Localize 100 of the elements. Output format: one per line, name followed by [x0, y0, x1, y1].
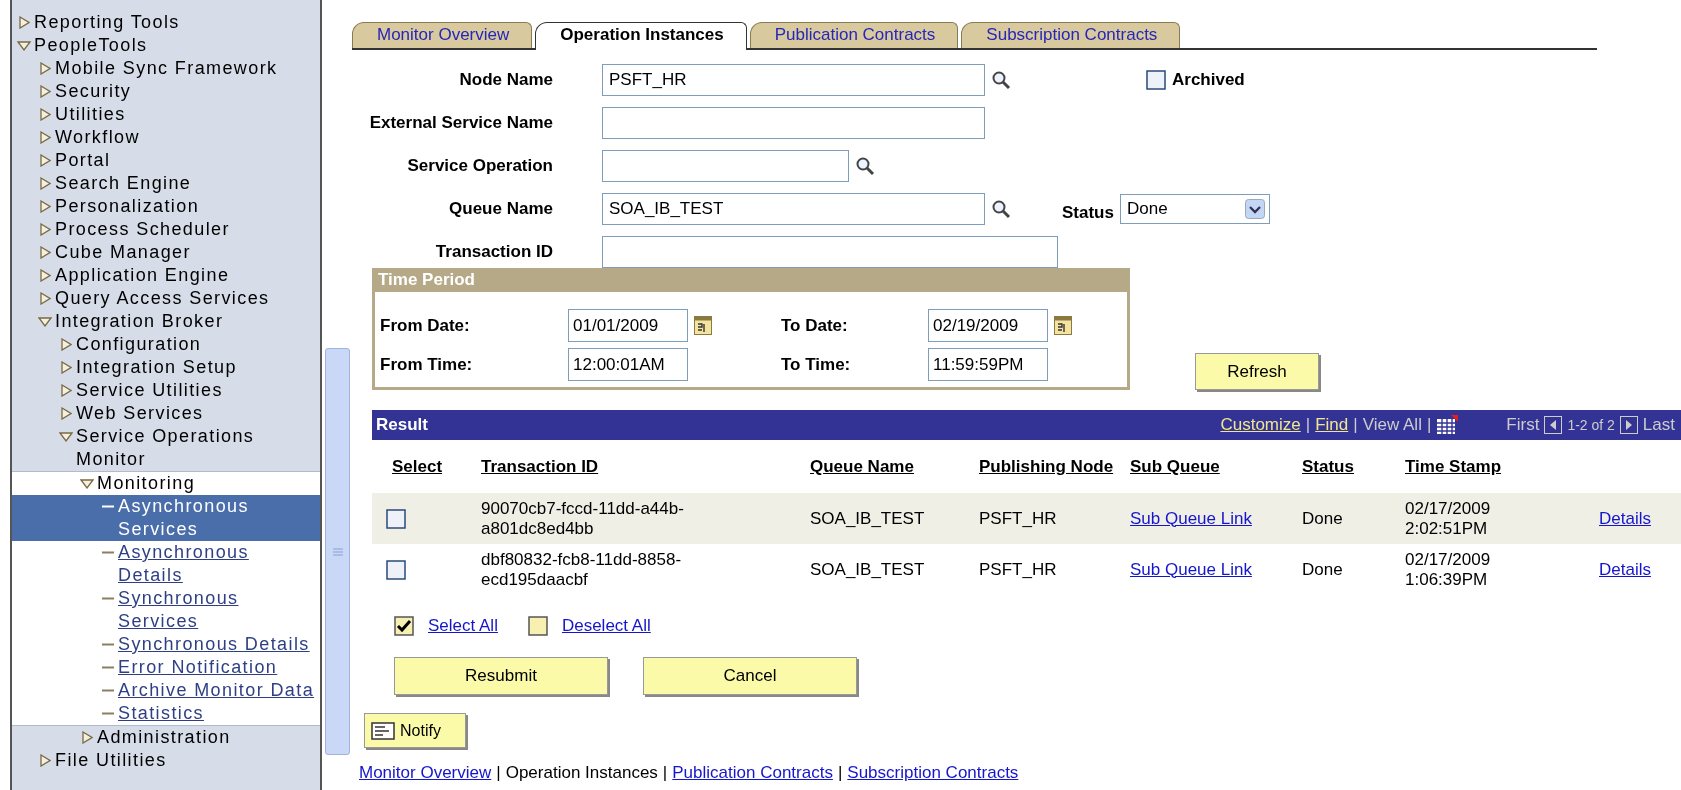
- footer-link[interactable]: Monitor Overview: [359, 763, 492, 783]
- table-cell-text: dbf80832-fcb8-11dd-8858-ecd195daacbf: [481, 549, 683, 590]
- table-link[interactable]: Sub Queue Link: [1130, 559, 1252, 580]
- grid-icon[interactable]: [1436, 415, 1459, 435]
- field-label: To Time:: [781, 353, 852, 376]
- sidebar-folder[interactable]: File Utilities: [12, 749, 320, 772]
- triangle-down-icon: [38, 316, 52, 327]
- toolbar-link[interactable]: Customize: [1220, 415, 1301, 435]
- separator: |: [1305, 415, 1311, 435]
- sidebar-folder[interactable]: Workflow: [12, 126, 320, 149]
- checkbox[interactable]: [386, 559, 406, 580]
- tab[interactable]: Publication Contracts: [749, 22, 959, 48]
- sidebar-link[interactable]: Archive Monitor Data: [12, 679, 320, 702]
- date-field[interactable]: 02/19/2009: [928, 309, 1048, 342]
- table-cell: SOA_IB_TEST: [810, 559, 925, 580]
- triangle-right-icon: [39, 62, 51, 75]
- text-field[interactable]: PSFT_HR: [602, 64, 985, 96]
- search-icon[interactable]: [855, 156, 875, 176]
- sidebar-folder[interactable]: Portal: [12, 149, 320, 172]
- scroll-thumb[interactable]: [325, 348, 350, 755]
- sidebar-folder[interactable]: Cube Manager: [12, 241, 320, 264]
- search-icon[interactable]: [991, 199, 1011, 219]
- text-field[interactable]: SOA_IB_TEST: [602, 193, 985, 225]
- triangle-right-icon: [39, 85, 51, 98]
- calendar-icon[interactable]: [1054, 316, 1072, 335]
- tab[interactable]: Subscription Contracts: [961, 22, 1181, 48]
- table-link[interactable]: Details: [1599, 559, 1651, 580]
- deselect-all-link[interactable]: Deselect All: [561, 615, 651, 636]
- separator: |: [662, 763, 668, 783]
- toolbar-link[interactable]: Find: [1315, 415, 1349, 435]
- sidebar-folder[interactable]: Administration: [12, 726, 320, 749]
- sidebar-folder[interactable]: Integration Setup: [12, 356, 320, 379]
- time-field[interactable]: 11:59:59PM: [928, 348, 1048, 381]
- separator: |: [1426, 415, 1432, 435]
- sidebar-folder[interactable]: Reporting Tools: [12, 11, 320, 34]
- tab[interactable]: Monitor Overview: [352, 22, 533, 48]
- text-field[interactable]: [602, 150, 849, 182]
- column-header[interactable]: Publishing Node: [979, 456, 1114, 477]
- sidebar-folder[interactable]: Utilities: [12, 103, 320, 126]
- sidebar-folder[interactable]: Process Scheduler: [12, 218, 320, 241]
- sidebar-folder[interactable]: Web Services: [12, 402, 320, 425]
- triangle-right-icon: [60, 338, 72, 351]
- select-all-link[interactable]: Select All: [428, 615, 498, 636]
- action-button[interactable]: Cancel: [643, 657, 857, 695]
- time-field[interactable]: 12:00:01AM: [568, 348, 688, 381]
- sidebar-folder[interactable]: Configuration: [12, 333, 320, 356]
- sidebar-link[interactable]: Asynchronous Services: [12, 495, 320, 541]
- column-header[interactable]: Queue Name: [810, 456, 914, 477]
- sidebar-link[interactable]: Synchronous Services: [12, 587, 320, 633]
- text-field[interactable]: [602, 107, 985, 139]
- date-field[interactable]: 01/01/2009: [568, 309, 688, 342]
- field-label: Status: [1062, 203, 1114, 223]
- column-header[interactable]: Sub Queue: [1130, 456, 1220, 477]
- triangle-right-icon: [39, 292, 51, 305]
- checkbox[interactable]: [1146, 70, 1166, 90]
- sidebar-link[interactable]: Statistics: [12, 702, 320, 725]
- text-field[interactable]: [602, 236, 1058, 268]
- footer-link[interactable]: Publication Contracts: [672, 763, 833, 783]
- column-header[interactable]: Transaction ID: [481, 456, 599, 477]
- triangle-right-icon: [81, 731, 93, 744]
- sidebar-folder[interactable]: Personalization: [12, 195, 320, 218]
- sidebar-folder[interactable]: Security: [12, 80, 320, 103]
- column-header[interactable]: Select: [392, 456, 443, 477]
- checkbox[interactable]: [394, 615, 414, 636]
- table-cell: SOA_IB_TEST: [810, 508, 925, 529]
- triangle-right-icon: [60, 407, 72, 420]
- sidebar-link[interactable]: Error Notification: [12, 656, 320, 679]
- footer-link[interactable]: Subscription Contracts: [847, 763, 1019, 783]
- refresh-button[interactable]: Refresh: [1195, 353, 1319, 390]
- dash-icon: [102, 643, 114, 646]
- sidebar-folder[interactable]: Monitoring: [12, 472, 320, 495]
- calendar-icon[interactable]: [694, 316, 712, 335]
- sidebar-folder[interactable]: Application Engine: [12, 264, 320, 287]
- sidebar-link[interactable]: Asynchronous Details: [12, 541, 320, 587]
- notify-button[interactable]: Notify: [364, 713, 466, 748]
- checkbox[interactable]: [527, 615, 548, 636]
- field-label: From Time:: [380, 353, 474, 376]
- field-label: From Date:: [380, 314, 471, 337]
- tab[interactable]: Operation Instances: [535, 22, 747, 50]
- sidebar-folder[interactable]: Mobile Sync Framework: [12, 57, 320, 80]
- table-cell: Done: [1302, 559, 1343, 580]
- table-cell-text: 02/17/2009 1:06:39PM: [1405, 549, 1492, 590]
- sidebar-link[interactable]: Synchronous Details: [12, 633, 320, 656]
- table-cell: PSFT_HR: [979, 508, 1057, 529]
- sidebar-folder[interactable]: Service Operations Monitor: [12, 425, 320, 471]
- column-header[interactable]: Status: [1302, 456, 1354, 477]
- field-label: External Service Name: [368, 112, 554, 134]
- sidebar-folder[interactable]: Query Access Services: [12, 287, 320, 310]
- field-label: Node Name: [458, 69, 554, 91]
- sidebar-folder[interactable]: PeopleTools: [12, 34, 320, 57]
- status-dropdown[interactable]: Done: [1119, 194, 1270, 224]
- sidebar-folder[interactable]: Integration Broker: [12, 310, 320, 333]
- triangle-down-icon: [17, 40, 31, 51]
- sidebar-folder[interactable]: Search Engine: [12, 172, 320, 195]
- action-button[interactable]: Resubmit: [394, 657, 608, 695]
- search-icon[interactable]: [991, 70, 1011, 90]
- sidebar-folder[interactable]: Service Utilities: [12, 379, 320, 402]
- checkbox[interactable]: [386, 508, 406, 529]
- field-label: To Date:: [781, 314, 849, 337]
- column-header[interactable]: Time Stamp: [1405, 456, 1502, 477]
